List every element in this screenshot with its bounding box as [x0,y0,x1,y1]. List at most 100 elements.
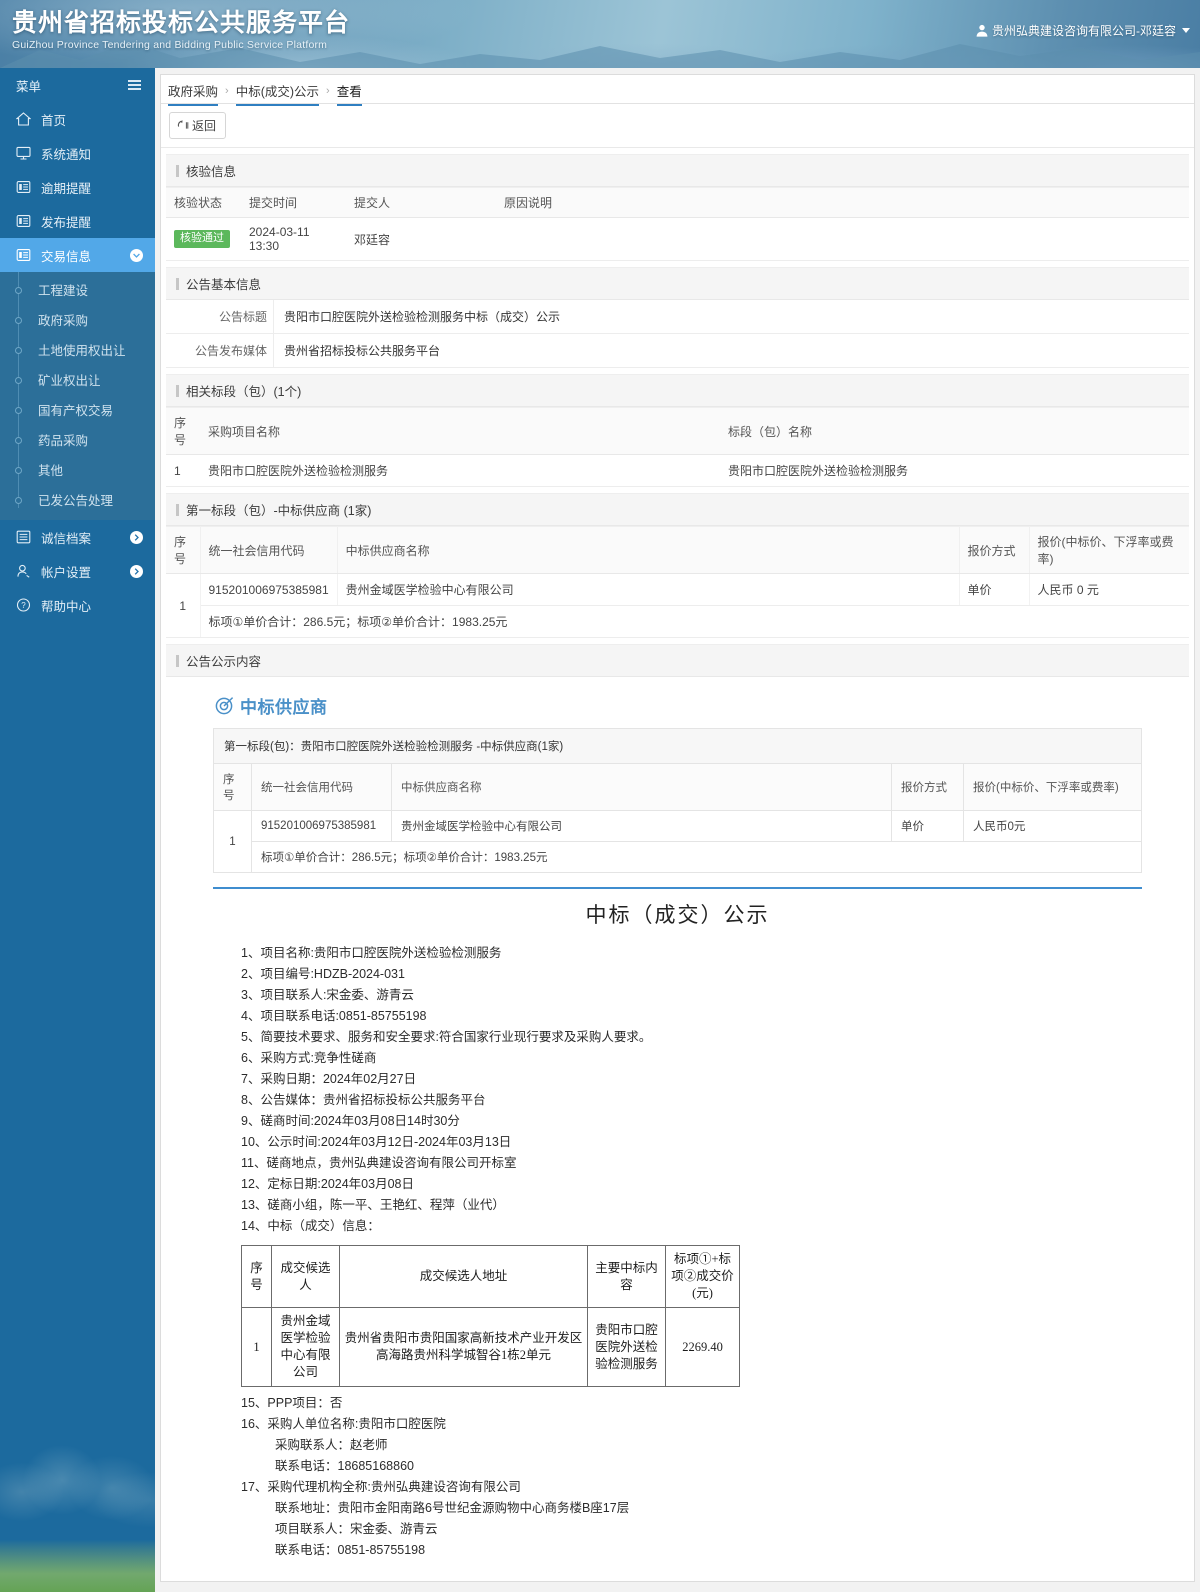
sidebar-item-publish-reminder[interactable]: 发布提醒 [0,204,155,238]
site-banner: 贵州省招标投标公共服务平台 GuiZhou Province Tendering… [0,0,1200,68]
column-header-lot-name: 标段（包）名称 [720,407,1189,455]
announcement-lot-header: 第一标段(包)：贵阳市口腔医院外送检验检测服务 -中标供应商(1家) [213,728,1142,764]
sidebar-subitem-published-notice[interactable]: 已发公告处理 [0,484,155,514]
section-title: 公告公示内容 [186,655,262,669]
table-row: 1 915201006975385981 贵州金域医学检验中心有限公司 单价 人… [166,573,1189,638]
breadcrumb-separator: › [326,85,330,97]
table-row: 1 915201006975385981 贵州金域医学检验中心有限公司 单价 人… [213,810,1142,873]
section-title: 核验信息 [186,165,237,179]
bid-price-cell: 2269.40 [665,1307,740,1387]
field-label: 公告标题 [166,300,274,333]
sidebar-item-credit-archive[interactable]: 诚信档案 [0,520,155,554]
chevron-down-icon [130,248,143,262]
section-header-basic-info: 公告基本信息 [166,267,1189,300]
sidebar-item-system-notice[interactable]: 系统通知 [0,136,155,170]
doc-line: 7、采购日期：2024年02月27日 [241,1072,417,1086]
sidebar-item-label: 发布提醒 [41,215,92,230]
sidebar-item-help-center[interactable]: ? 帮助中心 [0,588,155,622]
user-name-label: 贵州弘典建设咨询有限公司-邓廷容 [992,24,1176,38]
document-icon [14,247,33,263]
sidebar-item-label: 帮助中心 [41,599,92,614]
monitor-icon [14,145,33,161]
announcement-price-cell: 人民币0元 [963,810,1142,842]
field-row-notice-title: 公告标题 贵阳市口腔医院外送检验检测服务中标（成交）公示 [166,300,1189,334]
column-header-supplier-name: 中标供应商名称 [391,763,892,811]
sidebar: 菜单 首页 系统通知 逾期提醒 发布提醒 交易信息 工程建设 政府采购 土地使用… [0,68,155,1592]
breadcrumb-item-bid-result-notice[interactable]: 中标(成交)公示 [235,81,320,106]
sidebar-subitem-drug-procurement[interactable]: 药品采购 [0,424,155,454]
verify-status-cell: 核验通过 [166,217,241,261]
field-value: 贵州省招标投标公共服务平台 [284,344,441,358]
doc-line: 联系地址：贵阳市金阳南路6号世纪金源购物中心商务楼B座17层 [275,1501,630,1515]
target-icon [215,697,234,715]
banner-title-block: 贵州省招标投标公共服务平台 GuiZhou Province Tendering… [12,8,350,51]
breadcrumb-item-government-procurement[interactable]: 政府采购 [168,81,219,106]
doc-line: 采购联系人：赵老师 [275,1438,388,1452]
toolbar: 返回 [161,104,1194,148]
document-icon [14,213,33,229]
column-header-project-name: 采购项目名称 [200,407,720,455]
sidebar-subitem-mining-rights[interactable]: 矿业权出让 [0,364,155,394]
sidebar-item-home[interactable]: 首页 [0,102,155,136]
sidebar-field-decoration [0,1540,155,1592]
sidebar-subitem-other[interactable]: 其他 [0,454,155,484]
question-icon: ? [14,597,33,613]
sidebar-item-transaction-info[interactable]: 交易信息 [0,238,155,272]
back-button-label: 返回 [192,119,217,133]
table-row: 核验通过 2024-03-11 13:30 邓廷容 [166,217,1189,261]
body-wrapper: 菜单 首页 系统通知 逾期提醒 发布提醒 交易信息 工程建设 政府采购 土地使用… [0,68,1200,1592]
table-row: 1 贵阳市口腔医院外送检验检测服务 贵阳市口腔医院外送检验检测服务 [166,454,1189,487]
section-header-announcement: 公告公示内容 [166,644,1189,677]
sidebar-item-account-settings[interactable]: 帐户设置 [0,554,155,588]
sidebar-subitem-label: 国有产权交易 [38,403,114,418]
doc-line: 4、项目联系电话:0851-85755198 [241,1009,427,1023]
status-badge: 核验通过 [174,230,230,248]
lot-project-cell: 贵阳市口腔医院外送检验检测服务 [200,454,720,487]
sidebar-subitem-label: 工程建设 [38,283,89,298]
chevron-right-icon [130,530,143,544]
section-header-winner: 第一标段（包）-中标供应商 (1家) [166,493,1189,526]
section-accent-bar [176,164,179,177]
announcement-code-cell: 915201006975385981 [251,810,392,842]
sidebar-subitem-engineering[interactable]: 工程建设 [0,274,155,304]
doc-line: 2、项目编号:HDZB-2024-031 [241,967,405,981]
announcement-no-cell: 1 [213,810,252,873]
table-header-row: 序号 成交候选人 成交候选人地址 主要中标内容 标项①+标项②成交价(元) [241,1245,740,1308]
column-header-reason: 原因说明 [496,187,1189,218]
sidebar-submenu: 工程建设 政府采购 土地使用权出让 矿业权出让 国有产权交易 药品采购 其他 已… [0,272,155,520]
sidebar-subitem-land-use-rights[interactable]: 土地使用权出让 [0,334,155,364]
column-header-total-price: 标项①+标项②成交价(元) [665,1245,740,1308]
breadcrumb-item-view[interactable]: 查看 [336,81,362,106]
sidebar-subitem-state-property[interactable]: 国有产权交易 [0,394,155,424]
doc-line: 10、公示时间:2024年03月12日-2024年03月13日 [241,1135,512,1149]
user-menu[interactable]: 贵州弘典建设咨询有限公司-邓廷容 [976,22,1190,39]
sidebar-subitem-label: 土地使用权出让 [38,343,126,358]
sidebar-item-overdue-reminder[interactable]: 逾期提醒 [0,170,155,204]
verify-submitter-cell: 邓廷容 [346,217,496,261]
table-row-note: 标项①单价合计：286.5元；标项②单价合计：1983.25元 [214,841,1142,873]
sidebar-item-label: 系统通知 [41,147,92,162]
sidebar-item-label: 首页 [41,113,67,128]
column-header-credit-code: 统一社会信用代码 [251,763,392,811]
column-header-status: 核验状态 [166,187,241,218]
sidebar-item-label: 逾期提醒 [41,181,92,196]
doc-line: 13、磋商小组，陈一平、王艳红、程萍（业代） [241,1198,505,1212]
back-button[interactable]: 返回 [169,112,227,139]
sidebar-subitem-label: 其他 [38,463,64,478]
column-header-candidate-address: 成交候选人地址 [339,1245,588,1308]
column-header-quote-price: 报价(中标价、下浮率或费率) [963,763,1142,811]
sidebar-subitem-government-procurement[interactable]: 政府采购 [0,304,155,334]
doc-line: 17、采购代理机构全称:贵州弘典建设咨询有限公司 [241,1480,521,1494]
winner-note-cell: 标项①单价合计：286.5元；标项②单价合计：1983.25元 [200,605,1189,638]
table-header-row: 序号 统一社会信用代码 中标供应商名称 报价方式 报价(中标价、下浮率或费率) [213,763,1142,811]
column-header-supplier-name: 中标供应商名称 [337,526,960,574]
table-header-row: 序号 统一社会信用代码 中标供应商名称 报价方式 报价(中标价、下浮率或费率) [166,526,1189,574]
winner-mode-cell: 单价 [959,573,1030,606]
section-accent-bar [176,654,179,667]
section-accent-bar [176,277,179,290]
verify-submit-time-cell: 2024-03-11 13:30 [241,217,346,261]
section-header-lots: 相关标段（包）(1个) [166,374,1189,407]
sidebar-item-label: 诚信档案 [41,531,92,546]
sidebar-item-label: 帐户设置 [41,565,92,580]
hamburger-icon[interactable] [128,80,141,90]
